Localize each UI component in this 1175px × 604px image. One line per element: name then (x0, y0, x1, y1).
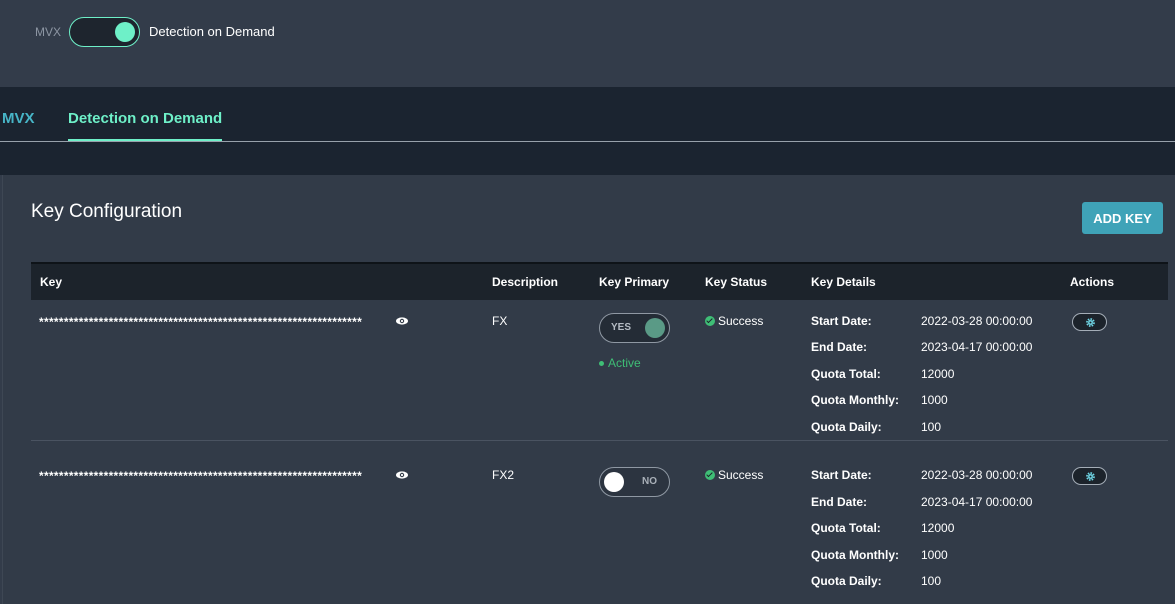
quota-daily-label: Quota Daily: (811, 420, 882, 434)
dod-toggle-label: Detection on Demand (149, 24, 275, 39)
end-date-label: End Date: (811, 340, 868, 354)
end-date-value: 2023-04-17 00:00:00 (921, 495, 1033, 509)
start-date-value: 2022-03-28 00:00:00 (921, 314, 1033, 328)
tab-mvx[interactable]: MVX (2, 110, 35, 139)
masked-key: ****************************************… (39, 315, 363, 329)
active-dot-icon (599, 361, 604, 367)
mvx-toggle-label: MVX (35, 25, 62, 39)
gear-icon (1086, 472, 1095, 481)
header-key-primary: Key Primary (599, 275, 670, 289)
header-description: Description (492, 275, 559, 289)
toggle-state-label: YES (611, 322, 632, 333)
top-bar: MVX Detection on Demand (0, 0, 1175, 87)
toggle-knob (604, 472, 624, 492)
page-title: Key Configuration (31, 201, 183, 222)
tab-divider (0, 141, 1175, 142)
start-date-label: Start Date: (811, 468, 872, 482)
quota-monthly-value: 1000 (921, 393, 948, 407)
settings-button[interactable] (1072, 313, 1107, 331)
quota-daily-value: 100 (921, 420, 942, 434)
key-status: Success (705, 468, 763, 482)
quota-monthly-label: Quota Monthly: (811, 548, 899, 562)
header-key: Key (40, 275, 63, 289)
toggle-knob (115, 22, 135, 42)
header-key-status: Key Status (705, 275, 768, 289)
end-date-value: 2023-04-17 00:00:00 (921, 340, 1033, 354)
start-date-label: Start Date: (811, 314, 872, 328)
key-configuration-panel: Key Configuration ADD KEY Key Descriptio… (2, 175, 1175, 604)
masked-key: ****************************************… (39, 469, 363, 483)
quota-daily-value: 100 (921, 574, 942, 588)
quota-daily-label: Quota Daily: (811, 574, 882, 588)
key-primary-toggle[interactable]: YES (599, 313, 670, 343)
status-text: Success (718, 314, 764, 328)
key-status: Success (705, 314, 763, 328)
table-row: ****************************************… (31, 301, 1168, 441)
eye-icon[interactable] (395, 314, 409, 328)
product-toggle-switch[interactable] (69, 17, 140, 47)
quota-total-label: Quota Total: (811, 521, 881, 535)
header-key-details: Key Details (811, 275, 876, 289)
success-check-icon (705, 470, 715, 480)
end-date-label: End Date: (811, 495, 868, 509)
success-check-icon (705, 316, 715, 326)
table-header: Key Description Key Primary Key Status K… (31, 262, 1168, 300)
key-primary-toggle[interactable]: NO (599, 467, 670, 497)
eye-icon[interactable] (395, 468, 409, 482)
status-text: Success (718, 468, 764, 482)
quota-total-value: 12000 (921, 521, 955, 535)
toggle-state-label: NO (642, 476, 657, 487)
active-label: Active (608, 356, 641, 370)
tab-detection-on-demand[interactable]: Detection on Demand (68, 110, 223, 141)
quota-monthly-value: 1000 (921, 548, 948, 562)
toggle-knob (645, 318, 665, 338)
start-date-value: 2022-03-28 00:00:00 (921, 468, 1033, 482)
tab-strip: MVX Detection on Demand (0, 87, 1175, 175)
quota-total-value: 12000 (921, 367, 955, 381)
settings-button[interactable] (1072, 467, 1107, 485)
add-key-button[interactable]: ADD KEY (1082, 202, 1163, 234)
key-description: FX2 (492, 468, 515, 482)
table-row: ****************************************… (31, 455, 1168, 604)
active-indicator: Active (599, 356, 641, 370)
quota-total-label: Quota Total: (811, 367, 881, 381)
gear-icon (1086, 318, 1095, 327)
header-actions: Actions (1070, 275, 1115, 289)
quota-monthly-label: Quota Monthly: (811, 393, 899, 407)
key-description: FX (492, 314, 508, 328)
